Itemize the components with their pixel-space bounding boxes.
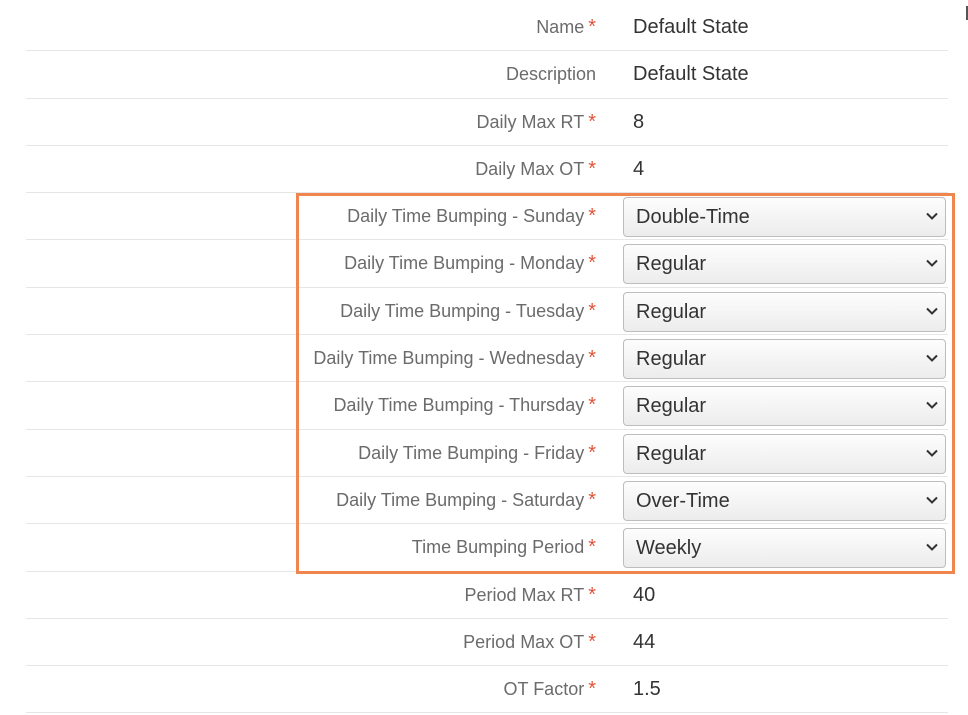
form-row-period-max-rt: Period Max RT * 40: [26, 572, 948, 619]
bumping-saturday-select[interactable]: Over-Time: [623, 480, 946, 521]
required-asterisk: *: [588, 16, 596, 38]
chevron-down-icon: [926, 354, 938, 362]
required-asterisk: *: [588, 630, 596, 653]
field-label-bumping-friday: Daily Time Bumping - Friday *: [358, 441, 596, 464]
field-value-period-max-rt: 40: [633, 583, 656, 606]
form-row-description: Description Default State: [26, 51, 948, 99]
bumping-friday-select[interactable]: Regular: [623, 433, 946, 474]
select-value: Regular: [636, 253, 707, 276]
field-label-bumping-thursday: Daily Time Bumping - Thursday *: [333, 394, 596, 417]
field-label-bumping-period: Time Bumping Period *: [411, 536, 596, 559]
select-value: Regular: [636, 442, 707, 465]
select-value: Double-Time: [636, 206, 750, 229]
form-row-daily-max-rt: Daily Max RT * 8: [26, 99, 948, 146]
field-label-ot-factor: OT Factor *: [503, 678, 596, 701]
field-value-name: Default State: [633, 16, 749, 38]
field-value-daily-max-ot: 4: [633, 157, 645, 180]
field-label-name: Name *: [536, 16, 596, 38]
chevron-down-icon: [926, 260, 938, 268]
bumping-period-select[interactable]: Weekly: [623, 528, 946, 569]
field-value-daily-max-rt: 8: [633, 110, 645, 133]
select-value: Regular: [636, 395, 707, 418]
bumping-tuesday-select[interactable]: Regular: [623, 291, 946, 332]
field-label-bumping-saturday: Daily Time Bumping - Saturday *: [336, 488, 596, 511]
chevron-down-icon: [926, 544, 938, 552]
form-row-name: Name * Default State: [26, 4, 948, 52]
field-value-ot-factor: 1.5: [633, 678, 661, 701]
bumping-wednesday-select[interactable]: Regular: [623, 339, 946, 380]
bumping-sunday-select[interactable]: Double-Time: [623, 197, 946, 238]
form-row-period-max-ot: Period Max OT * 44: [26, 619, 948, 667]
field-label-bumping-monday: Daily Time Bumping - Monday *: [344, 252, 596, 275]
field-label-bumping-tuesday: Daily Time Bumping - Tuesday *: [340, 299, 596, 322]
required-asterisk: *: [588, 299, 596, 322]
state-settings-form: Name * Default State Description Default …: [26, 4, 948, 714]
form-row-bumping-monday: Daily Time Bumping - Monday * Regular: [26, 240, 948, 288]
form-row-bumping-friday: Daily Time Bumping - Friday * Regular: [26, 430, 948, 477]
form-row-daily-max-ot: Daily Max OT * 4: [26, 146, 948, 194]
form-row-bumping-tuesday: Daily Time Bumping - Tuesday * Regular: [26, 288, 948, 336]
form-row-bumping-saturday: Daily Time Bumping - Saturday * Over-Time: [26, 477, 948, 525]
form-row-bumping-thursday: Daily Time Bumping - Thursday * Regular: [26, 382, 948, 430]
bumping-monday-select[interactable]: Regular: [623, 244, 946, 285]
field-label-daily-max-ot: Daily Max OT *: [475, 157, 596, 180]
field-label-bumping-wednesday: Daily Time Bumping - Wednesday *: [313, 347, 596, 370]
form-row-ot-factor: OT Factor * 1.5: [26, 666, 948, 714]
select-value: Regular: [636, 300, 707, 323]
form-row-bumping-period: Time Bumping Period * Weekly: [26, 524, 948, 572]
required-asterisk: *: [588, 441, 596, 464]
field-label-period-max-ot: Period Max OT *: [463, 630, 596, 653]
chevron-down-icon: [926, 449, 938, 457]
required-asterisk: *: [588, 347, 596, 370]
required-asterisk: *: [588, 536, 596, 559]
required-asterisk: *: [588, 110, 596, 133]
field-label-description: Description: [505, 64, 596, 85]
field-label-bumping-sunday: Daily Time Bumping - Sunday *: [347, 205, 596, 228]
chevron-down-icon: [926, 496, 938, 504]
required-asterisk: *: [588, 157, 596, 180]
required-asterisk: *: [588, 394, 596, 417]
required-asterisk: *: [588, 583, 596, 606]
chevron-down-icon: [926, 307, 938, 315]
field-label-daily-max-rt: Daily Max RT *: [476, 110, 596, 133]
required-asterisk: *: [588, 252, 596, 275]
required-asterisk: *: [588, 488, 596, 511]
form-row-bumping-sunday: Daily Time Bumping - Sunday * Double-Time: [26, 193, 948, 241]
field-value-period-max-ot: 44: [633, 630, 656, 653]
select-value: Weekly: [636, 537, 702, 560]
field-label-period-max-rt: Period Max RT *: [464, 583, 596, 606]
bumping-thursday-select[interactable]: Regular: [623, 386, 946, 427]
required-asterisk: *: [588, 678, 596, 701]
form-row-bumping-wednesday: Daily Time Bumping - Wednesday * Regular: [26, 335, 948, 383]
required-asterisk: *: [588, 205, 596, 228]
select-value: Over-Time: [636, 489, 730, 512]
chevron-down-icon: [926, 402, 938, 410]
select-value: Regular: [636, 348, 707, 371]
field-value-description: Default State: [633, 63, 749, 86]
chevron-down-icon: [926, 212, 938, 221]
